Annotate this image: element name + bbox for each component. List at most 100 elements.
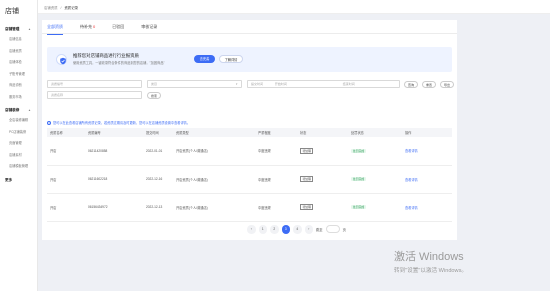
- page-button-2[interactable]: 2: [270, 225, 279, 234]
- sidebar-group-shop-decoration[interactable]: 店铺装修 ▲: [0, 105, 37, 115]
- cell-action: 查看详情: [402, 165, 452, 194]
- banner-learn-more-button[interactable]: 了解详情: [219, 55, 243, 63]
- end-date-placeholder: 结束时间: [342, 82, 355, 86]
- search-button[interactable]: 搜索: [147, 91, 161, 99]
- sidebar-item-full-shop-edit[interactable]: 全店装修编辑: [0, 115, 37, 127]
- app-logo: 店铺: [5, 8, 19, 15]
- prev-page-button[interactable]: ‹: [247, 225, 256, 234]
- cell-time: 2022-12-16: [143, 165, 173, 194]
- watermark-line2: 转到"设置"以激活 Windows。: [394, 268, 467, 274]
- sidebar: 店铺 店铺管理 ▲ 店铺信息 店铺资质 店铺体检 子账号管理 商品诊断 服务市场…: [0, 0, 38, 291]
- tab-count-badge: 0: [93, 24, 96, 29]
- col-header-penalty: 处罚状态: [348, 128, 402, 137]
- table-row: 开店 06211602218 2022-12-16 开店资质(个人/普通店) 中…: [47, 165, 452, 194]
- cell-severity: 中度违规: [255, 165, 297, 194]
- cell-name: 开店: [47, 165, 85, 194]
- start-date-placeholder: 开始时间: [274, 82, 287, 86]
- qualification-number-input[interactable]: 资质编号: [47, 80, 142, 88]
- page-button-3-current[interactable]: 3: [281, 225, 290, 234]
- cell-penalty: 处罚完成: [348, 193, 402, 222]
- cell-action: 查看详情: [402, 193, 452, 222]
- sidebar-item-service-market[interactable]: 服务市场: [0, 92, 37, 104]
- cell-time: 2022-12-13: [143, 193, 173, 222]
- col-header-severity: 严重程度: [255, 128, 297, 137]
- breadcrumb-parent[interactable]: 店铺资质: [44, 6, 58, 10]
- sidebar-group-label: 店铺装修: [5, 108, 20, 112]
- col-header-status: 状态: [297, 128, 348, 137]
- cell-name: 开店: [47, 193, 85, 222]
- status-pill: 待处理: [300, 147, 314, 154]
- cell-status: 待处理: [297, 165, 348, 194]
- tab-label: 全部资质: [47, 24, 63, 29]
- cell-type: 开店资质(个人/普通店): [173, 193, 255, 222]
- goto-page-input[interactable]: [325, 225, 340, 234]
- cell-type: 开店资质(个人/普通店): [173, 165, 255, 194]
- sidebar-item-shop-assets[interactable]: 店铺素材: [0, 150, 37, 162]
- tab-divider: [42, 33, 457, 34]
- next-page-button[interactable]: ›: [304, 225, 313, 234]
- chevron-down-icon: ▼: [235, 83, 238, 86]
- qualification-name-input[interactable]: 资质名称: [47, 91, 142, 99]
- table-row: 开店 06211420858 2022-01-01 开店资质(个人/普通店) 中…: [47, 137, 452, 166]
- sidebar-item-shop-qualification[interactable]: 店铺资质: [0, 46, 37, 58]
- breadcrumb-separator: /: [60, 5, 62, 10]
- col-header-type: 资质类型: [173, 128, 255, 137]
- cell-name: 开店: [47, 137, 85, 166]
- penalty-status-badge: 处罚完成: [351, 204, 367, 210]
- col-header-action: 操作: [402, 128, 452, 137]
- view-details-link[interactable]: 查看详情: [405, 178, 418, 182]
- date-label: 提交时间: [251, 82, 264, 86]
- sidebar-item-shop-checkup[interactable]: 店铺体检: [0, 57, 37, 69]
- cell-number: 06211420858: [85, 137, 143, 166]
- cell-number: 06156434972: [85, 193, 143, 222]
- sidebar-item-shop-info[interactable]: 店铺信息: [0, 34, 37, 46]
- watermark-line1: 激活 Windows: [394, 251, 464, 263]
- sidebar-group-shop-management[interactable]: 店铺管理 ▲: [0, 24, 37, 34]
- table-header-row: 资质名称 资质编号 提交时间 资质类型 严重程度 状态 处罚状态 操作: [47, 128, 452, 137]
- shield-check-icon: [56, 54, 67, 65]
- chevron-up-icon: ▲: [28, 27, 31, 31]
- col-header-number: 资质编号: [85, 128, 143, 137]
- cell-status: 待处理: [297, 137, 348, 166]
- sidebar-item-pc-decoration[interactable]: PC店铺装修: [0, 127, 37, 139]
- view-details-link[interactable]: 查看详情: [405, 206, 418, 210]
- sidebar-item-sub-accounts[interactable]: 子账号管理: [0, 69, 37, 81]
- sidebar-item-template-management[interactable]: 店铺模板管理: [0, 161, 37, 173]
- hint-text: 您可以在此查看店铺所有资质记录，若资质过期请及时更新，您可以在店铺资质设置中查看…: [53, 121, 191, 125]
- category-select[interactable]: 类目 ▼: [147, 80, 242, 88]
- sidebar-item-product-diagnosis[interactable]: 商品诊断: [0, 80, 37, 92]
- info-icon: i: [47, 121, 51, 125]
- sidebar-group-more[interactable]: 更多: [0, 175, 37, 185]
- banner-subtitle: 使用资质工具，一键收录符合条件的商品到您的店铺，"加固商品": [73, 61, 165, 65]
- query-button[interactable]: 查询: [404, 80, 418, 88]
- cell-status: 待处理: [297, 193, 348, 222]
- cell-severity: 中度违规: [255, 137, 297, 166]
- col-header-name: 资质名称: [47, 128, 85, 137]
- page-button-4[interactable]: 4: [293, 225, 302, 234]
- breadcrumb-current: 资质记录: [64, 5, 78, 10]
- chevron-up-icon: ▲: [28, 108, 31, 112]
- status-pill: 待处理: [300, 176, 314, 182]
- tab-label: 审核记录: [141, 24, 158, 29]
- sidebar-item-page-management[interactable]: 页面管理: [0, 138, 37, 150]
- sidebar-group-label: 店铺管理: [5, 27, 20, 31]
- table-row: 开店 06156434972 2022-12-13 开店资质(个人/普通店) 中…: [47, 193, 452, 222]
- tab-label: 待补充: [80, 24, 92, 29]
- view-details-link[interactable]: 查看详情: [405, 149, 418, 153]
- cell-type: 开店资质(个人/普通店): [173, 137, 255, 166]
- info-hint: i 您可以在此查看店铺所有资质记录，若资质过期请及时更新，您可以在店铺资质设置中查…: [47, 120, 190, 125]
- reset-button[interactable]: 重置: [422, 80, 436, 88]
- page-button-1[interactable]: 1: [258, 225, 267, 234]
- breadcrumb: 店铺资质 / 资质记录: [44, 5, 78, 10]
- cell-time: 2022-01-01: [143, 137, 173, 166]
- penalty-status-badge: 处罚完成: [351, 148, 367, 153]
- tab-label: 已驳回: [112, 24, 125, 29]
- banner-primary-button[interactable]: 去完善: [194, 55, 215, 63]
- banner-title: 推荐您对店铺商品进行行业报资质: [73, 53, 139, 58]
- promo-banner: 推荐您对店铺商品进行行业报资质 使用资质工具，一键收录符合条件的商品到您的店铺，…: [47, 47, 452, 72]
- main-content-card: 全部资质 待补充0 已驳回 审核记录 推荐您对店铺商品进行行业报资质 使用资质工…: [42, 20, 457, 240]
- windows-activation-watermark: 激活 Windows 转到"设置"以激活 Windows。: [394, 248, 467, 274]
- export-button[interactable]: 导出: [440, 80, 454, 88]
- date-range-picker[interactable]: 提交时间 开始时间 结束时间: [247, 80, 400, 88]
- cell-number: 06211602218: [85, 165, 143, 194]
